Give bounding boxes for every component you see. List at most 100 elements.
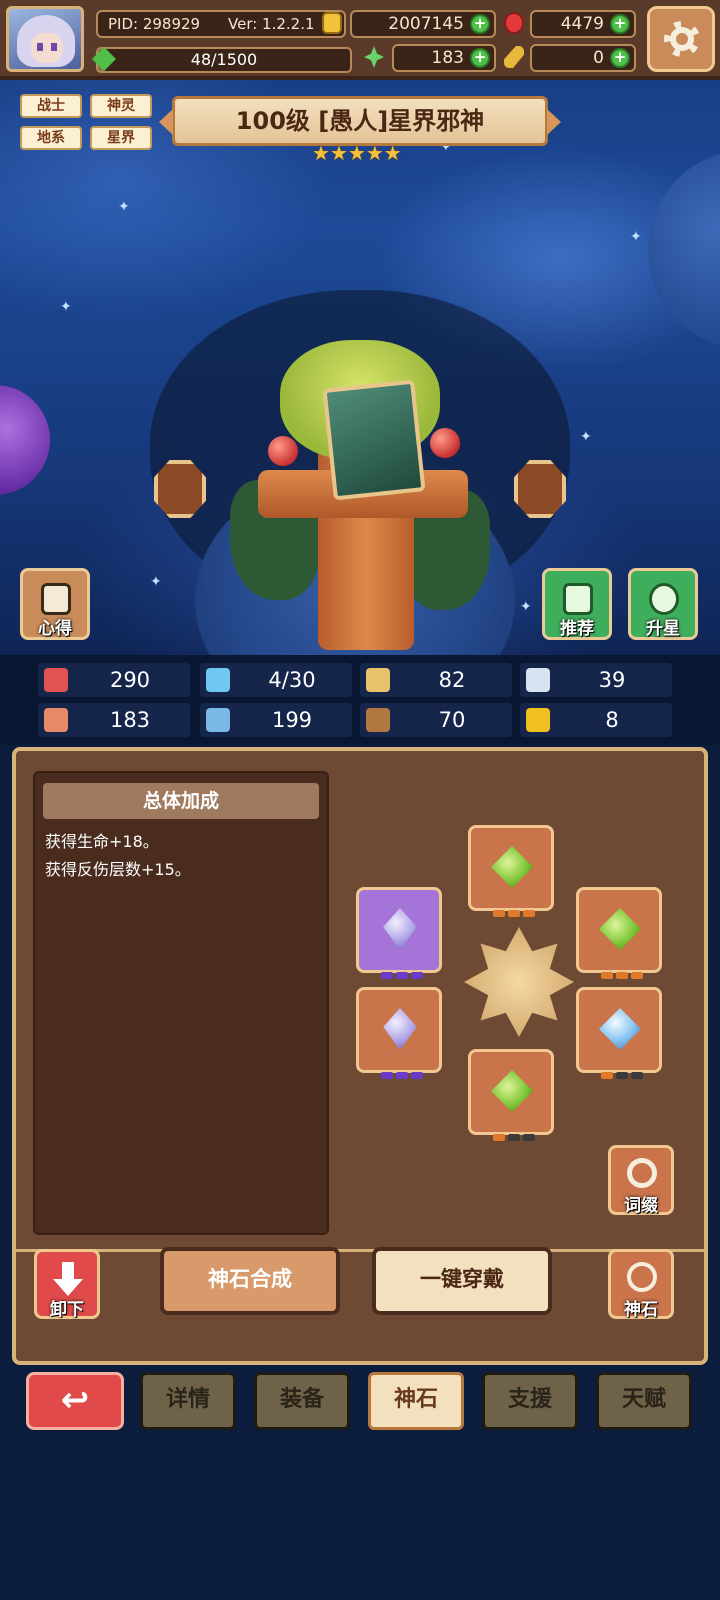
hero-title-banner: 100级 [愚人]星界邪神 [159, 96, 561, 146]
gem-counter: 4479 + [504, 10, 636, 38]
tag-class: 战士 [20, 94, 82, 118]
gold-counter: 2007145 + [322, 10, 496, 38]
godstone-slot-upper-right[interactable] [576, 887, 662, 979]
red-gem-icon [504, 12, 524, 34]
stat-value: 82 [438, 668, 466, 692]
tab-1[interactable]: 装备 [254, 1372, 350, 1430]
unequip-button[interactable]: 卸下 [34, 1249, 100, 1320]
hero-stats: 290 4/30 82 39 183 199 70 8 [0, 655, 720, 745]
red-orb-icon [430, 428, 460, 458]
panel-divider [16, 1249, 704, 1259]
boot-icon [366, 708, 390, 732]
purple-gem-icon [383, 1008, 417, 1050]
key-value: 0 [593, 48, 604, 68]
stat-item: 199 [200, 703, 352, 737]
tag-race: 神灵 [90, 94, 152, 118]
synthesize-button[interactable]: 神石合成 [160, 1247, 340, 1315]
godstone-slot-bottom[interactable] [468, 1049, 554, 1141]
gear-icon [664, 21, 700, 57]
thumbs-up-icon [563, 583, 593, 615]
magnifier-icon [627, 1158, 657, 1188]
stat-item: 4/30 [200, 663, 352, 697]
stat-value: 70 [438, 708, 466, 732]
player-avatar[interactable] [6, 6, 84, 72]
green-gem-icon [491, 1070, 533, 1112]
green-gem-icon [491, 846, 533, 888]
wing-icon [526, 668, 550, 692]
godstone-core [464, 927, 574, 1037]
stat-item: 290 [38, 663, 190, 697]
tab-4[interactable]: 天赋 [596, 1372, 692, 1430]
tab-3[interactable]: 支援 [482, 1372, 578, 1430]
shield-icon [366, 668, 390, 692]
star-badge-icon [649, 583, 679, 615]
fist-icon [44, 708, 68, 732]
add-gem-icon[interactable]: + [610, 14, 630, 34]
stat-value: 4/30 [268, 668, 316, 692]
sparkle-icon: ✦ [630, 229, 642, 245]
star-up-button[interactable]: 升星 [628, 568, 698, 640]
player-id: PID: 298929 [108, 15, 201, 33]
gold-coin-icon [322, 12, 342, 34]
godstone-icon [627, 1262, 657, 1292]
book-icon [206, 708, 230, 732]
sparkle-icon: ✦ [118, 199, 130, 215]
equip-all-button[interactable]: 一键穿戴 [372, 1247, 552, 1315]
status-bar: PID: 298929 Ver: 1.2.2.1 2007145 + 4479 … [0, 0, 720, 80]
game-version: Ver: 1.2.2.1 [228, 15, 315, 33]
affix-button[interactable]: 词缀 [608, 1145, 674, 1216]
stat-item: 183 [38, 703, 190, 737]
hero-scene: ✦ ✦ ✦ ✦ ✦ ✦ ✦ 战士 神灵 地系 星界 100级 [愚人]星界邪神 … [0, 0, 720, 655]
red-orb-icon [268, 436, 298, 466]
godstone-slot-lower-left[interactable] [356, 987, 442, 1079]
tag-element: 地系 [20, 126, 82, 150]
heart-icon [44, 668, 68, 692]
star-icon: ★ [347, 141, 366, 165]
purple-gem-icon [383, 908, 417, 950]
stat-value: 39 [598, 668, 626, 692]
horseshoe-icon [526, 708, 550, 732]
clover-counter: 183 + [364, 44, 496, 72]
star-rating: ★★★★★ [312, 143, 412, 165]
notes-button[interactable]: 心得 [20, 568, 90, 640]
clover-value: 183 [431, 48, 464, 68]
left-ornament-icon [154, 460, 206, 518]
star-icon: ★ [329, 141, 348, 165]
gold-value: 2007145 [388, 14, 464, 34]
down-arrow-icon [53, 1262, 83, 1296]
godstone-slot-lower-right[interactable] [576, 987, 662, 1079]
hero-character[interactable] [230, 340, 490, 650]
godstone-slot-top[interactable] [468, 825, 554, 917]
bonus-line: 获得生命+18。 [45, 832, 159, 851]
key-counter: 0 + [504, 44, 636, 72]
blue-gem-icon [599, 1008, 641, 1050]
pid-version-bar: PID: 298929 Ver: 1.2.2.1 [96, 10, 346, 38]
godstone-slot-upper-left[interactable] [356, 887, 442, 979]
settings-button[interactable] [647, 6, 715, 72]
add-gold-icon[interactable]: + [470, 14, 490, 34]
blue-planet [648, 150, 720, 350]
godstone-button[interactable]: 神石 [608, 1249, 674, 1320]
green-gem-icon [599, 908, 641, 950]
tab-0[interactable]: 详情 [140, 1372, 236, 1430]
stat-item: 8 [520, 703, 672, 737]
sparkle-icon: ✦ [60, 299, 72, 315]
add-clover-icon[interactable]: + [470, 48, 490, 68]
sparkle-icon: ✦ [150, 574, 162, 590]
purple-planet [0, 385, 50, 495]
sparkle-icon: ✦ [520, 599, 532, 615]
energy-bar: 48/1500 [92, 47, 352, 73]
tab-2[interactable]: 神石 [368, 1372, 464, 1430]
back-button[interactable]: ↩ [26, 1372, 124, 1430]
energy-value: 48/1500 [190, 50, 258, 69]
tag-realm: 星界 [90, 126, 152, 150]
stat-value: 199 [271, 708, 313, 732]
add-key-icon[interactable]: + [610, 48, 630, 68]
water-drop-icon [206, 668, 230, 692]
recommend-button[interactable]: 推荐 [542, 568, 612, 640]
notes-icon [41, 583, 71, 615]
stat-value: 8 [605, 708, 619, 732]
bonus-title: 总体加成 [43, 783, 319, 819]
app-root: ✦ ✦ ✦ ✦ ✦ ✦ ✦ 战士 神灵 地系 星界 100级 [愚人]星界邪神 … [0, 0, 720, 1600]
star-icon: ★ [312, 141, 330, 165]
